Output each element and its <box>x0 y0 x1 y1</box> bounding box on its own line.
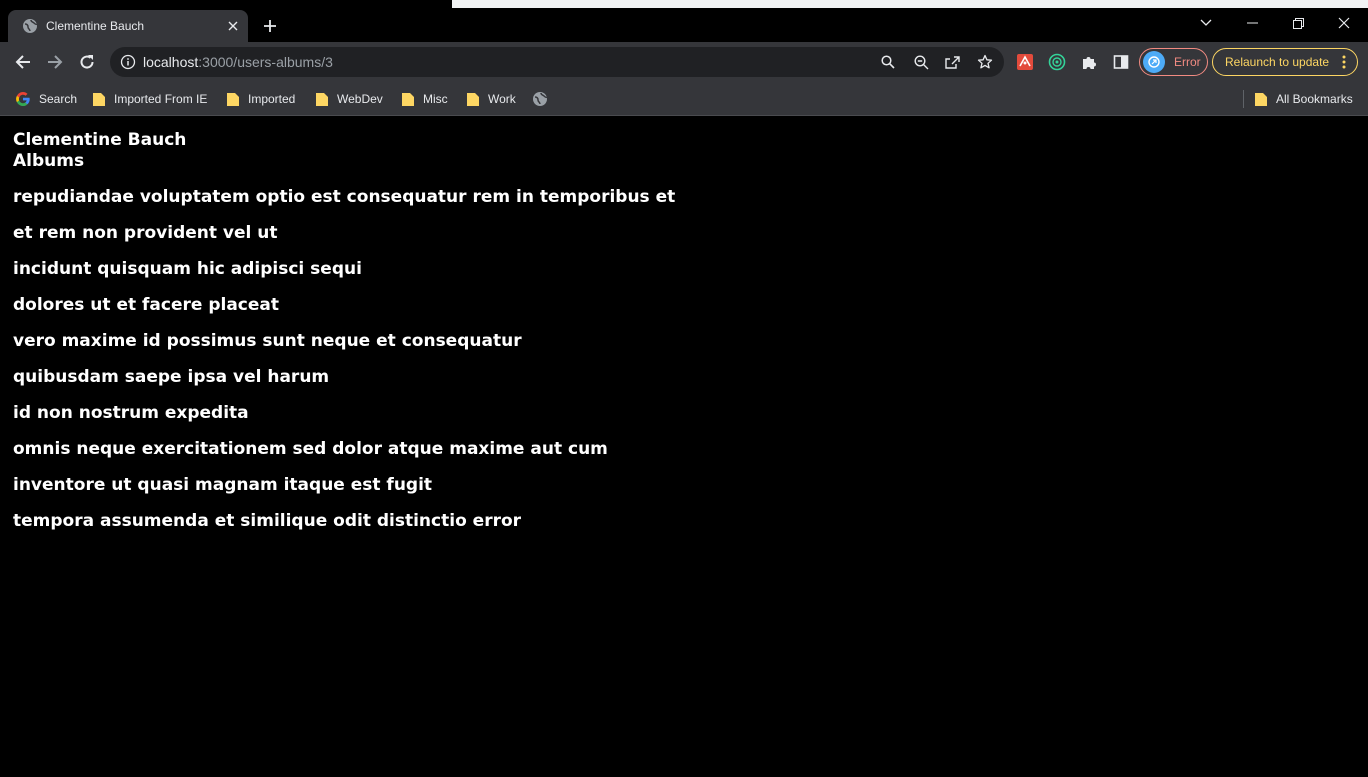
tab-active[interactable]: Clementine Bauch <box>8 10 248 42</box>
album-title: vero maxime id possimus sunt neque et co… <box>13 331 522 351</box>
folder-icon <box>316 93 328 106</box>
forward-button[interactable] <box>41 48 69 76</box>
profile-status-label: Error <box>1174 55 1201 69</box>
address-bar[interactable]: localhost:3000/users-albums/3 <box>110 47 1004 77</box>
album-title: id non nostrum expedita <box>13 403 249 423</box>
folder-icon <box>1255 93 1267 106</box>
all-bookmarks-button[interactable]: All Bookmarks <box>1254 90 1353 108</box>
album-title: incidunt quisquam hic adipisci sequi <box>13 259 362 279</box>
new-tab-button[interactable] <box>259 15 281 37</box>
album-title: quibusdam saepe ipsa vel harum <box>13 367 330 387</box>
album-title: et rem non provident vel ut <box>13 223 278 243</box>
google-icon <box>16 92 30 106</box>
url-text[interactable]: localhost:3000/users-albums/3 <box>143 54 333 70</box>
reload-button[interactable] <box>73 48 101 76</box>
minimize-button[interactable] <box>1229 8 1275 38</box>
tab-search-icon[interactable] <box>1183 8 1229 38</box>
bookmark-folder-misc[interactable]: Misc <box>401 90 448 108</box>
globe-icon <box>23 19 38 33</box>
bookmark-label: Misc <box>423 92 448 106</box>
profile-error-button[interactable]: Error <box>1139 48 1208 76</box>
tab-close-icon[interactable] <box>224 17 242 35</box>
url-host: localhost <box>143 54 199 70</box>
extension-red-icon[interactable] <box>1015 52 1035 72</box>
album-title: omnis neque exercitationem sed dolor atq… <box>13 439 608 459</box>
search-icon[interactable] <box>878 52 898 72</box>
url-path: :3000/users-albums/3 <box>198 54 333 70</box>
bookmark-star-icon[interactable] <box>975 52 995 72</box>
window-top-strip <box>0 0 1368 8</box>
folder-icon <box>93 93 105 106</box>
side-panel-icon[interactable] <box>1111 52 1131 72</box>
bookmark-globe[interactable] <box>532 90 556 108</box>
browser-toolbar: localhost:3000/users-albums/3 Error Rela… <box>0 42 1368 82</box>
bookmark-folder-imported[interactable]: Imported <box>226 90 295 108</box>
restore-button[interactable] <box>1275 8 1321 38</box>
page-content: Clementine Bauch Albums repudiandae volu… <box>0 117 1368 777</box>
bookmark-folder-imported-from-ie[interactable]: Imported From IE <box>92 90 207 108</box>
folder-icon <box>467 93 479 106</box>
extensions-puzzle-icon[interactable] <box>1079 52 1099 72</box>
globe-icon <box>533 92 548 106</box>
bookmark-search[interactable]: Search <box>15 90 77 108</box>
close-window-button[interactable] <box>1321 8 1367 38</box>
tab-title: Clementine Bauch <box>46 19 145 33</box>
bookmark-label: Imported <box>248 92 296 106</box>
kebab-menu-icon[interactable] <box>1339 55 1349 69</box>
tab-bar: Clementine Bauch <box>0 8 1368 42</box>
share-icon[interactable] <box>943 52 963 72</box>
bookmark-label: Search <box>39 92 78 106</box>
album-title: dolores ut et facere placeat <box>13 295 280 315</box>
avatar <box>1143 51 1165 73</box>
background-window-edge <box>452 0 1368 8</box>
bookmark-label: WebDev <box>337 92 383 106</box>
folder-icon <box>227 93 239 106</box>
bookmark-folder-work[interactable]: Work <box>466 90 516 108</box>
album-title: tempora assumenda et similique odit dist… <box>13 511 522 531</box>
bookmark-folder-webdev[interactable]: WebDev <box>315 90 383 108</box>
bookmarks-divider <box>1243 90 1244 108</box>
folder-icon <box>402 93 414 106</box>
all-bookmarks-label: All Bookmarks <box>1276 92 1353 106</box>
album-title: inventore ut quasi magnam itaque est fug… <box>13 475 433 495</box>
relaunch-label: Relaunch to update <box>1225 55 1330 69</box>
extension-green-ring-icon[interactable] <box>1047 52 1067 72</box>
bookmark-label: Work <box>488 92 516 106</box>
relaunch-to-update-button[interactable]: Relaunch to update <box>1212 48 1358 76</box>
back-button[interactable] <box>9 48 37 76</box>
album-list: repudiandae voluptatem optio est consequ… <box>13 186 1355 532</box>
zoom-out-icon[interactable] <box>911 52 931 72</box>
bookmark-label: Imported From IE <box>114 92 208 106</box>
bookmarks-bar: Search Imported From IE Imported WebDev … <box>0 82 1368 116</box>
album-title: repudiandae voluptatem optio est consequ… <box>13 187 676 207</box>
albums-heading: Albums <box>13 151 85 171</box>
site-info-icon[interactable] <box>120 54 136 70</box>
user-name-heading: Clementine Bauch <box>13 130 187 150</box>
